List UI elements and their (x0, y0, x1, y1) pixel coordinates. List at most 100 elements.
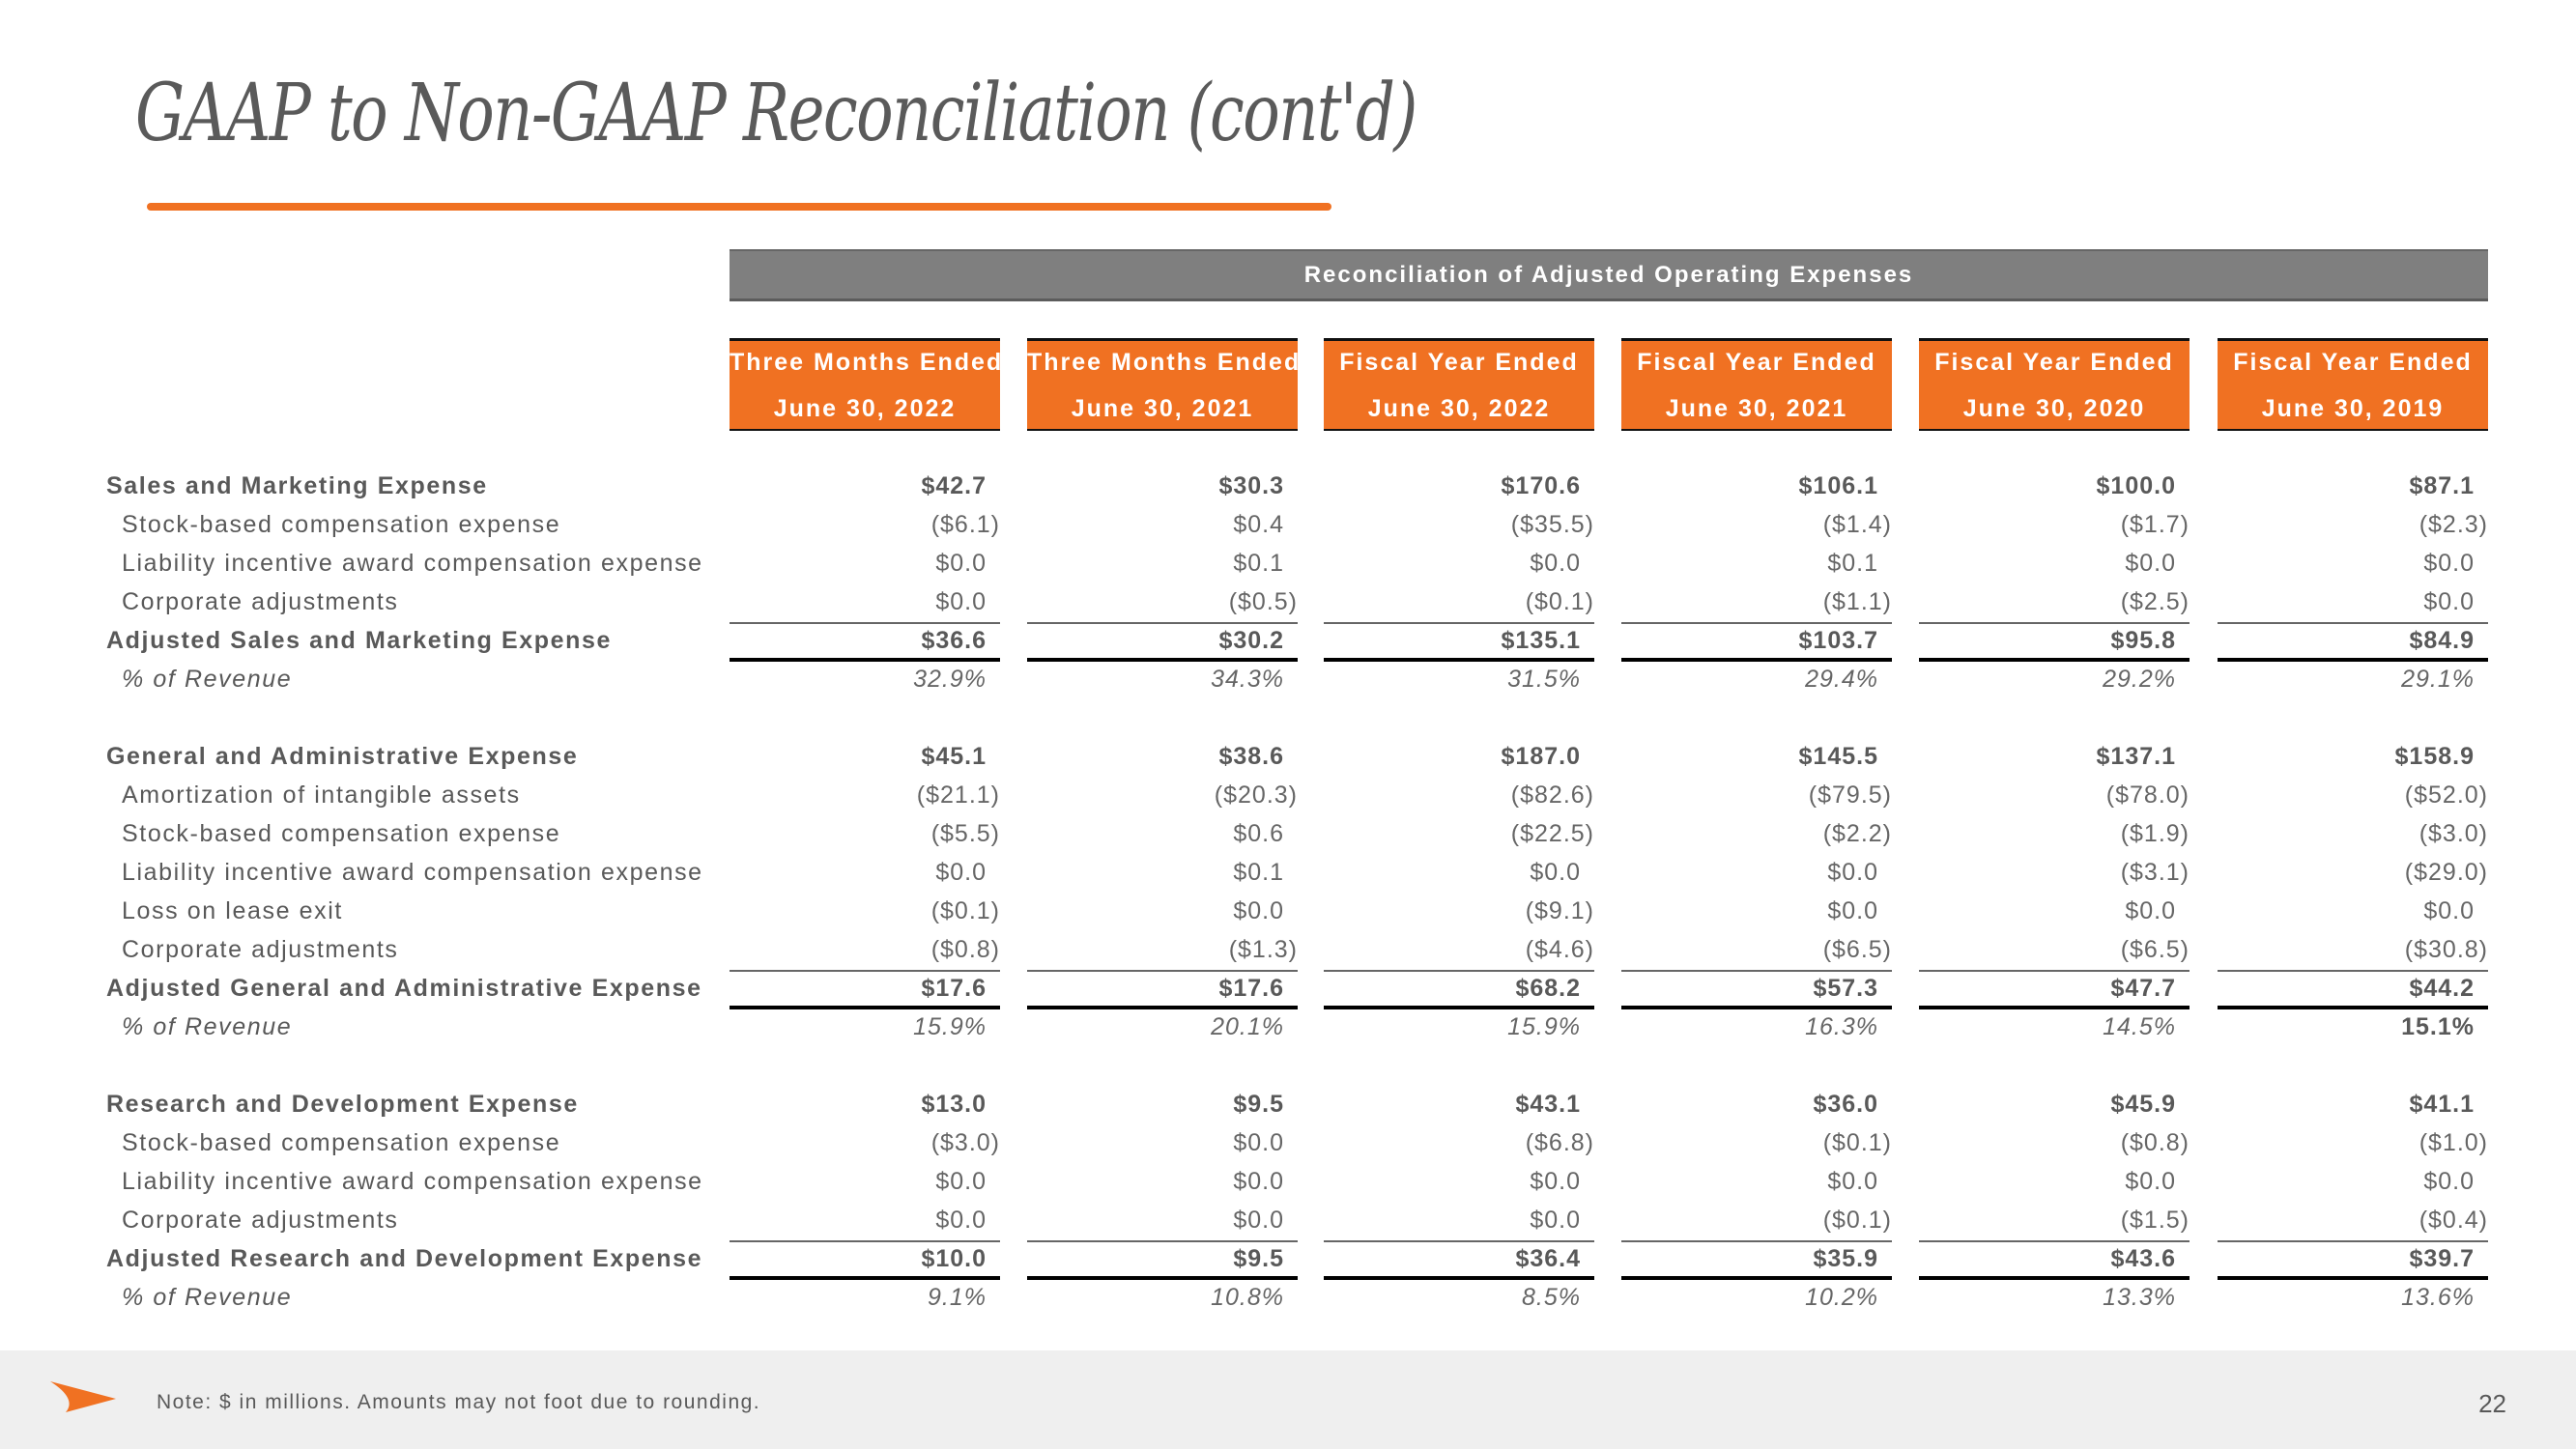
table-cell: ($1.3) (1228, 936, 1298, 963)
footer-note: Note: $ in millions. Amounts may not foo… (157, 1391, 761, 1413)
table-cell: ($6.5) (1822, 936, 1892, 963)
table-cell: 15.1% (2401, 1013, 2475, 1040)
percent-row-label: % of Revenue (122, 1284, 293, 1311)
table-cell: $135.1 (1501, 627, 1581, 654)
subtotal-rule (1919, 622, 2190, 624)
column-header: Fiscal Year Ended June 30, 2020 (1919, 338, 2190, 431)
table-cell: ($0.8) (930, 936, 1000, 963)
total-rule (1027, 1006, 1298, 1009)
table-cell: 29.1% (2401, 666, 2475, 693)
table-cell: ($3.0) (930, 1129, 1000, 1156)
table-cell: $0.0 (1233, 897, 1284, 924)
table-cell: ($0.5) (1228, 588, 1298, 615)
table-cell: ($5.5) (930, 820, 1000, 847)
table-cell: $0.0 (2125, 550, 2176, 577)
table-cell: 8.5% (1522, 1284, 1581, 1311)
table-cell: $137.1 (2096, 743, 2176, 770)
table-cell: ($0.1) (1822, 1129, 1892, 1156)
total-rule (1919, 1276, 2190, 1280)
table-cell: $0.0 (935, 859, 987, 886)
subtotal-rule (1919, 1240, 2190, 1242)
table-cell: 13.6% (2401, 1284, 2475, 1311)
table-cell: $0.0 (1233, 1168, 1284, 1195)
total-rule (1027, 658, 1298, 662)
table-cell: $36.0 (1813, 1091, 1878, 1118)
table-cell: $0.6 (1233, 820, 1284, 847)
row-label: Stock-based compensation expense (122, 511, 561, 538)
total-rule (2218, 1276, 2488, 1280)
table-cell: ($3.0) (2419, 820, 2488, 847)
row-label: Stock-based compensation expense (122, 820, 561, 847)
total-rule (1621, 658, 1892, 662)
column-header: Three Months Ended June 30, 2021 (1027, 338, 1299, 431)
table-cell: ($30.8) (2404, 936, 2488, 963)
column-header: Fiscal Year Ended June 30, 2019 (2218, 338, 2488, 431)
table-cell: $0.0 (2423, 1168, 2475, 1195)
total-rule (730, 1006, 1000, 1009)
column-header-period: Fiscal Year Ended (2233, 349, 2473, 376)
table-cell: $0.0 (1530, 1168, 1581, 1195)
table-cell: $42.7 (921, 472, 987, 499)
table-banner: Reconciliation of Adjusted Operating Exp… (730, 249, 2488, 301)
row-label: Corporate adjustments (122, 1207, 399, 1234)
table-cell: $36.6 (921, 627, 987, 654)
table-cell: $0.1 (1233, 550, 1284, 577)
table-cell: $95.8 (2110, 627, 2176, 654)
total-row-label: Adjusted Sales and Marketing Expense (106, 627, 613, 654)
column-header-period: Fiscal Year Ended (1934, 349, 2174, 376)
page-number: 22 (2478, 1389, 2506, 1418)
table-cell: ($4.6) (1525, 936, 1594, 963)
total-rule (2218, 658, 2488, 662)
table-cell: $0.0 (935, 1207, 987, 1234)
row-label: Corporate adjustments (122, 588, 399, 615)
orange-arrow-logo-icon (50, 1381, 116, 1412)
table-cell: $0.0 (1827, 1168, 1878, 1195)
footer: Note: $ in millions. Amounts may not foo… (0, 1350, 2576, 1449)
column-header-period: Three Months Ended (730, 349, 1004, 376)
subtotal-rule (1027, 970, 1298, 972)
table-cell: 16.3% (1805, 1013, 1878, 1040)
table-cell: $0.0 (1530, 550, 1581, 577)
table-cell: $170.6 (1501, 472, 1581, 499)
table-cell: $103.7 (1798, 627, 1878, 654)
total-rule (1621, 1006, 1892, 1009)
table-cell: ($1.9) (2120, 820, 2190, 847)
table-cell: ($21.1) (916, 781, 1000, 809)
column-header: Fiscal Year Ended June 30, 2022 (1324, 338, 1594, 431)
row-label: Loss on lease exit (122, 897, 343, 924)
table-cell: ($2.5) (2120, 588, 2190, 615)
subtotal-rule (730, 970, 1000, 972)
percent-row-label: % of Revenue (122, 1013, 293, 1040)
table-cell: ($6.8) (1525, 1129, 1594, 1156)
table-cell: 13.3% (2103, 1284, 2176, 1311)
table-cell: ($1.7) (2120, 511, 2190, 538)
table-cell: $0.0 (1530, 859, 1581, 886)
table-cell: $30.2 (1218, 627, 1284, 654)
total-rule (730, 1276, 1000, 1280)
total-row-label: Adjusted General and Administrative Expe… (106, 975, 702, 1002)
column-header-period: Fiscal Year Ended (1637, 349, 1876, 376)
table-cell: ($1.5) (2120, 1207, 2190, 1234)
column-header-date: June 30, 2022 (1367, 395, 1551, 422)
table-cell: $0.0 (1827, 859, 1878, 886)
table-cell: $0.0 (2423, 550, 2475, 577)
total-rule (1324, 1276, 1594, 1280)
column-header-date: June 30, 2020 (1962, 395, 2146, 422)
table-cell: $0.0 (935, 1168, 987, 1195)
table-cell: ($0.4) (2419, 1207, 2488, 1234)
table-cell: $84.9 (2409, 627, 2475, 654)
column-header: Fiscal Year Ended June 30, 2021 (1621, 338, 1892, 431)
table-cell: $17.6 (921, 975, 987, 1002)
table-cell: ($29.0) (2404, 859, 2488, 886)
table-cell: ($9.1) (1525, 897, 1594, 924)
table-cell: $106.1 (1798, 472, 1878, 499)
table-cell: ($3.1) (2120, 859, 2190, 886)
row-label: General and Administrative Expense (106, 743, 579, 770)
table-cell: $13.0 (921, 1091, 987, 1118)
subtotal-rule (1324, 1240, 1594, 1242)
column-header-date: June 30, 2019 (2261, 395, 2445, 422)
table-cell: $9.5 (1233, 1091, 1284, 1118)
table-cell: $39.7 (2409, 1245, 2475, 1272)
total-rule (1027, 1276, 1298, 1280)
table-cell: ($2.3) (2419, 511, 2488, 538)
